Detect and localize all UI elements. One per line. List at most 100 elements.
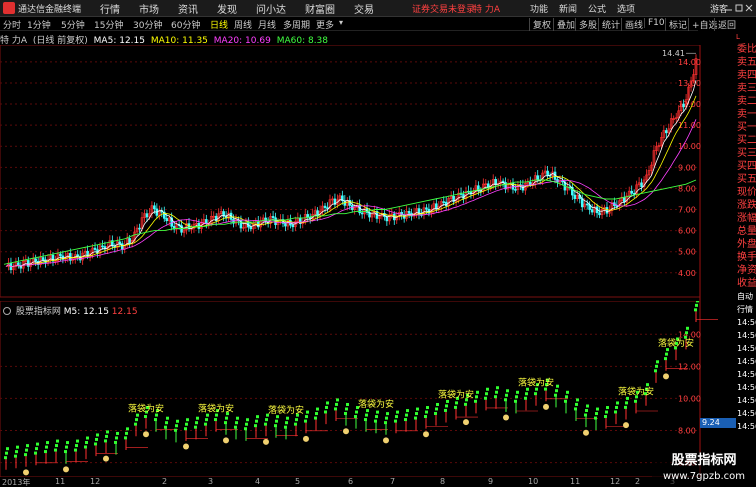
indicator-green-block bbox=[325, 405, 328, 409]
tool-overlay[interactable]: 叠加 bbox=[553, 18, 575, 31]
more-chevron-icon[interactable]: ▾ bbox=[339, 18, 343, 27]
candle-body bbox=[605, 207, 609, 214]
money-bag-icon bbox=[143, 431, 149, 438]
side-panel-item[interactable]: 14:56 bbox=[736, 368, 756, 381]
indicator-green-block bbox=[375, 415, 378, 419]
side-panel-item[interactable]: 14:56 bbox=[736, 316, 756, 329]
tool-draw-line[interactable]: 画线 bbox=[621, 18, 643, 31]
side-panel-item[interactable]: 收益 bbox=[736, 277, 756, 290]
side-panel-item[interactable]: 买一 bbox=[736, 121, 756, 134]
indicator-green-block bbox=[485, 392, 488, 396]
side-panel-item[interactable]: 现价 bbox=[736, 186, 756, 199]
indicator-green-block bbox=[656, 360, 659, 364]
side-panel-item[interactable]: 14:56 bbox=[736, 381, 756, 394]
side-panel-item[interactable]: 14:56 bbox=[736, 394, 756, 407]
tool-mark[interactable]: 标记 bbox=[665, 18, 687, 31]
money-bag-icon bbox=[623, 422, 629, 429]
menu-trade[interactable]: 交易 bbox=[354, 1, 374, 16]
indicator-green-block bbox=[305, 415, 308, 419]
indicator-green-block bbox=[575, 402, 578, 406]
period-monthly[interactable]: 月线 bbox=[258, 18, 276, 31]
login-warning[interactable]: 证券交易未登录 bbox=[412, 2, 475, 15]
period-timeshare[interactable]: 分时 bbox=[3, 18, 21, 31]
indicator-y-tick-label: 8.00 bbox=[678, 427, 696, 436]
side-panel-item[interactable]: 14:56 bbox=[736, 329, 756, 342]
period-weekly[interactable]: 周线 bbox=[234, 18, 252, 31]
side-panel-item[interactable]: 涨幅 bbox=[736, 212, 756, 225]
indicator-green-block bbox=[175, 424, 178, 428]
side-panel-item[interactable]: 总量 bbox=[736, 225, 756, 238]
candle-body bbox=[145, 213, 149, 218]
tool-f10[interactable]: F10 bbox=[644, 18, 665, 28]
indicator-chart[interactable]: 6.008.0010.0012.0014.00落袋为安落袋为安落袋为安落袋为安落… bbox=[0, 301, 736, 477]
menu-discover[interactable]: 发现 bbox=[217, 1, 237, 16]
indicator-green-block bbox=[95, 437, 98, 441]
side-panel-item[interactable]: 卖五 bbox=[736, 56, 756, 69]
side-panel-item[interactable]: 14:56 bbox=[736, 407, 756, 420]
indicator-green-block bbox=[104, 439, 107, 443]
main-kline-chart[interactable]: 4.005.006.007.008.009.0010.0011.0012.001… bbox=[0, 45, 736, 301]
side-panel-item[interactable]: 换手 bbox=[736, 251, 756, 264]
indicator-green-block bbox=[154, 418, 157, 422]
side-panel-item[interactable]: 买二 bbox=[736, 134, 756, 147]
indicator-name: 股票指标网 bbox=[15, 307, 61, 317]
window-buttons-icon[interactable] bbox=[724, 2, 754, 14]
period-daily[interactable]: 日线 bbox=[210, 18, 228, 31]
menu-wealth[interactable]: 财富圈 bbox=[305, 1, 335, 16]
indicator-green-block bbox=[224, 421, 227, 425]
indicator-green-block bbox=[204, 422, 207, 426]
side-panel-item[interactable]: 买四 bbox=[736, 160, 756, 173]
period-5min[interactable]: 5分钟 bbox=[61, 18, 85, 31]
time-axis-label: 3 bbox=[208, 477, 214, 486]
main-y-tick-label: 8.00 bbox=[678, 184, 696, 193]
side-panel-item[interactable]: 外盘 bbox=[736, 238, 756, 251]
period-multi[interactable]: 多周期 bbox=[283, 18, 310, 31]
menu-quotes[interactable]: 行情 bbox=[100, 1, 120, 16]
indicator-green-block bbox=[495, 390, 498, 394]
candle-body bbox=[529, 182, 532, 185]
menu-ask[interactable]: 问小达 bbox=[256, 1, 286, 16]
period-15min[interactable]: 15分钟 bbox=[94, 18, 123, 31]
menu-news[interactable]: 资讯 bbox=[178, 1, 198, 16]
menu-market[interactable]: 市场 bbox=[139, 1, 159, 16]
candle-body bbox=[435, 203, 438, 210]
side-panel: L 委比 卖五 卖四 卖三 卖二 卖一 买一 买二 买三 买四 买五 现价 涨跌 涨幅 总量 外盘 换手 净资 收益… bbox=[736, 31, 756, 487]
side-panel-item[interactable]: 行情 bbox=[736, 303, 756, 316]
indicator-green-block bbox=[176, 419, 179, 423]
tool-statistics[interactable]: 统计 bbox=[598, 18, 620, 31]
max-price-label: 14.41 bbox=[662, 49, 685, 58]
indicator-settings-icon[interactable] bbox=[3, 307, 11, 315]
menu-options[interactable]: 选项 bbox=[617, 2, 635, 15]
side-panel-item[interactable]: 净资 bbox=[736, 264, 756, 277]
side-panel-item[interactable]: 14:56 bbox=[736, 342, 756, 355]
candle-body bbox=[34, 258, 37, 262]
menu-function[interactable]: 功能 bbox=[530, 2, 548, 15]
period-60min[interactable]: 60分钟 bbox=[171, 18, 200, 31]
indicator-green-block bbox=[5, 451, 8, 455]
period-more[interactable]: 更多 bbox=[316, 18, 334, 31]
period-1min[interactable]: 1分钟 bbox=[27, 18, 51, 31]
side-panel-item[interactable]: 卖三 bbox=[736, 82, 756, 95]
indicator-green-block bbox=[25, 448, 28, 452]
side-panel-item[interactable]: 涨跌 bbox=[736, 199, 756, 212]
side-panel-item[interactable]: 买三 bbox=[736, 147, 756, 160]
tool-back[interactable]: 返回 bbox=[714, 18, 736, 31]
candle-body bbox=[665, 130, 668, 134]
indicator-green-block bbox=[665, 352, 668, 356]
watermark: 股票指标网 www.7gpzb.com bbox=[652, 452, 756, 487]
period-30min[interactable]: 30分钟 bbox=[133, 18, 162, 31]
side-panel-item[interactable]: 14:56 bbox=[736, 355, 756, 368]
money-bag-icon bbox=[343, 428, 349, 435]
side-panel-item[interactable]: 委比 bbox=[736, 43, 756, 56]
side-panel-item[interactable]: 卖二 bbox=[736, 95, 756, 108]
tool-restore-rights[interactable]: 复权 bbox=[529, 18, 551, 31]
tool-multi-stock[interactable]: 多股 bbox=[575, 18, 597, 31]
side-panel-item[interactable]: 卖一 bbox=[736, 108, 756, 121]
menu-formula[interactable]: 公式 bbox=[588, 2, 606, 15]
side-panel-item[interactable]: 卖四 bbox=[736, 69, 756, 82]
side-panel-item[interactable]: 买五 bbox=[736, 173, 756, 186]
indicator-green-block bbox=[404, 418, 407, 422]
side-panel-item[interactable]: 自动 bbox=[736, 290, 756, 303]
menu-headlines[interactable]: 新闻 bbox=[559, 2, 577, 15]
side-panel-item[interactable]: 14:56 bbox=[736, 420, 756, 433]
